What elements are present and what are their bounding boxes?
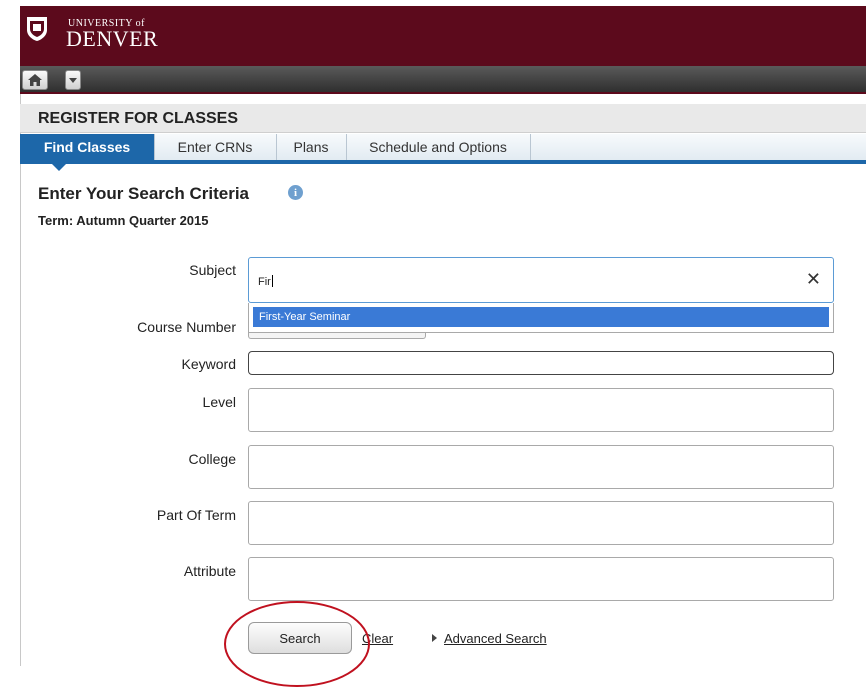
search-criteria-title: Enter Your Search Criteria	[38, 184, 250, 203]
university-shield-logo	[27, 17, 47, 41]
home-icon	[28, 74, 42, 86]
tab-bar: Find Classes Enter CRNs Plans Schedule a…	[20, 134, 866, 164]
subject-suggestions: First-Year Seminar	[248, 303, 834, 333]
panel-left-border	[20, 94, 21, 666]
college-input[interactable]	[248, 445, 834, 489]
college-label: College	[188, 451, 236, 467]
tab-schedule-and-options[interactable]: Schedule and Options	[346, 134, 531, 160]
attribute-input[interactable]	[248, 557, 834, 601]
clear-link[interactable]: Clear	[362, 631, 393, 646]
level-input[interactable]	[248, 388, 834, 432]
tab-plans[interactable]: Plans	[276, 134, 347, 160]
university-header: UNIVERSITY of DENVER	[20, 6, 866, 94]
subject-label: Subject	[189, 262, 236, 278]
logo-denver-text: DENVER	[66, 26, 159, 51]
term-label: Term: Autumn Quarter 2015	[38, 213, 209, 228]
tab-enter-crns[interactable]: Enter CRNs	[154, 134, 277, 160]
course-number-label: Course Number	[137, 319, 236, 335]
home-button[interactable]	[22, 70, 48, 90]
page-title-bar: REGISTER FOR CLASSES	[20, 104, 866, 133]
page-title: REGISTER FOR CLASSES	[38, 110, 239, 127]
part-of-term-input[interactable]	[248, 501, 834, 545]
search-button[interactable]: Search	[248, 622, 352, 654]
keyword-label: Keyword	[181, 356, 236, 372]
course-number-input[interactable]	[248, 333, 426, 339]
close-icon[interactable]: ✕	[806, 269, 821, 290]
info-icon[interactable]: i	[288, 185, 303, 200]
keyword-input[interactable]	[248, 351, 834, 375]
active-tab-indicator	[52, 164, 66, 171]
attribute-label: Attribute	[183, 563, 236, 579]
suggestion-first-year-seminar[interactable]: First-Year Seminar	[253, 307, 829, 327]
part-of-term-label: Part Of Term	[156, 507, 236, 523]
top-toolbar	[20, 66, 866, 92]
level-label: Level	[202, 394, 236, 410]
menu-dropdown-button[interactable]	[65, 70, 81, 90]
subject-input-text: Fir	[258, 276, 271, 288]
tab-find-classes[interactable]: Find Classes	[20, 134, 155, 160]
triangle-right-icon	[432, 634, 437, 642]
advanced-search-link[interactable]: Advanced Search	[444, 631, 547, 646]
caret-down-icon	[69, 77, 77, 83]
subject-input[interactable]: Fir ✕	[248, 257, 834, 303]
